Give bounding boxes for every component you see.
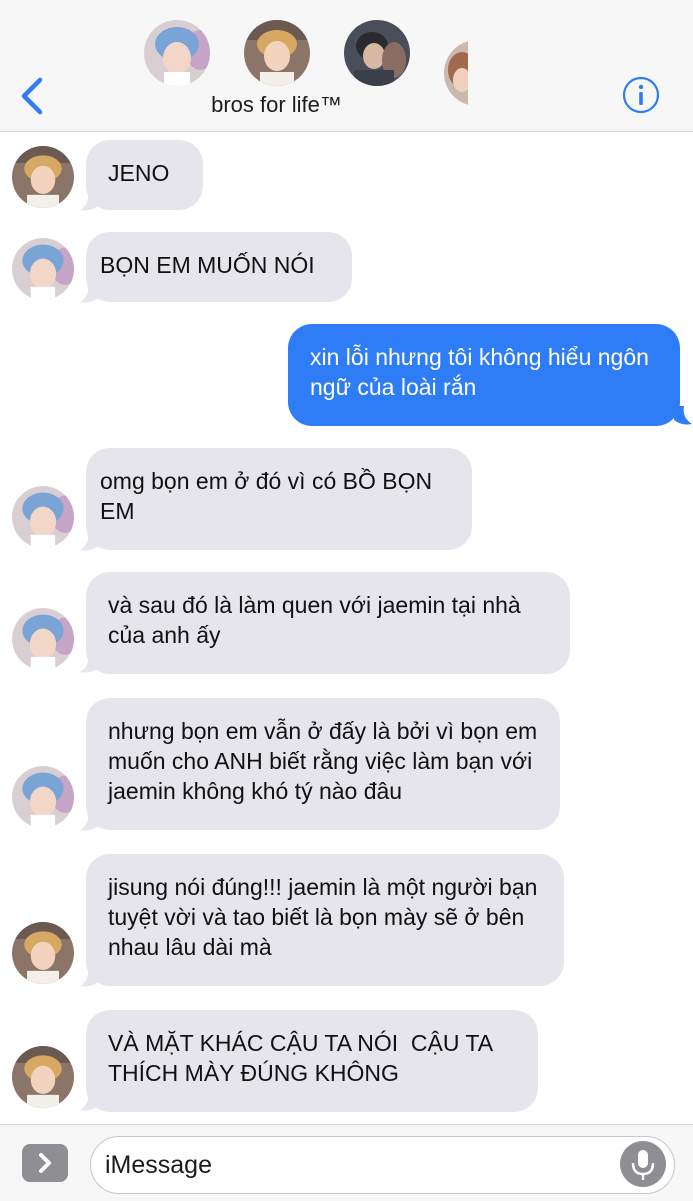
compose-bar: iMessage [0, 1124, 693, 1201]
message-bubble[interactable]: JENO [86, 140, 203, 210]
microphone-button[interactable] [620, 1141, 666, 1187]
message-text: jisung nói đúng!!! jaemin là một người b… [108, 874, 538, 960]
message-text: VÀ MẶT KHÁC CẬU TA NÓI CẬU TA THÍCH MÀY … [108, 1030, 498, 1086]
conversation-header: bros for life™ [0, 0, 693, 132]
message-bubble[interactable]: và sau đó là làm quen với jaemin tại nhà… [86, 572, 570, 674]
group-avatar-blue-hair [144, 20, 210, 86]
group-avatar-blonde-hair [244, 20, 310, 86]
info-button[interactable] [622, 76, 660, 114]
message-bubble[interactable]: omg bọn em ở đó vì có BỒ BỌN EM [86, 448, 472, 550]
message-input[interactable]: iMessage [90, 1136, 675, 1194]
message-bubble[interactable]: VÀ MẶT KHÁC CẬU TA NÓI CẬU TA THÍCH MÀY … [86, 1010, 538, 1112]
avatar-blue-hair[interactable] [12, 486, 74, 548]
message-text: omg bọn em ở đó vì có BỒ BỌN EM [100, 468, 433, 524]
message-input-placeholder: iMessage [105, 1151, 212, 1179]
message-text: BỌN EM MUỐN NÓI [100, 252, 315, 278]
message-text: JENO [108, 160, 170, 186]
message-bubble[interactable]: jisung nói đúng!!! jaemin là một người b… [86, 854, 564, 986]
info-icon [622, 76, 660, 114]
message-bubble-outgoing[interactable]: xin lỗi nhưng tôi không hiểu ngôn ngữ củ… [288, 324, 680, 426]
avatar-blue-hair[interactable] [12, 766, 74, 828]
message-text: nhưng bọn em vẫn ở đấy là bởi vì bọn em … [108, 718, 538, 804]
message-text: và sau đó là làm quen với jaemin tại nhà… [108, 592, 521, 648]
message-bubble[interactable]: BỌN EM MUỐN NÓI [86, 232, 352, 302]
avatar-blue-hair[interactable] [12, 238, 74, 300]
message-text: xin lỗi nhưng tôi không hiểu ngôn ngữ củ… [310, 344, 649, 400]
avatar-blonde[interactable] [12, 922, 74, 984]
avatar-blonde[interactable] [12, 1046, 74, 1108]
microphone-icon [631, 1150, 655, 1180]
group-avatars[interactable] [0, 20, 693, 106]
message-bubble[interactable]: nhưng bọn em vẫn ở đấy là bởi vì bọn em … [86, 698, 560, 830]
chevron-right-icon [39, 1153, 51, 1173]
avatar-blue-hair[interactable] [12, 608, 74, 670]
bubble-tail-outgoing [674, 406, 692, 425]
group-avatar-dark [344, 20, 410, 86]
avatar-blonde[interactable] [12, 146, 74, 208]
group-name[interactable]: bros for life™ [0, 92, 553, 118]
apps-button[interactable] [22, 1144, 68, 1182]
